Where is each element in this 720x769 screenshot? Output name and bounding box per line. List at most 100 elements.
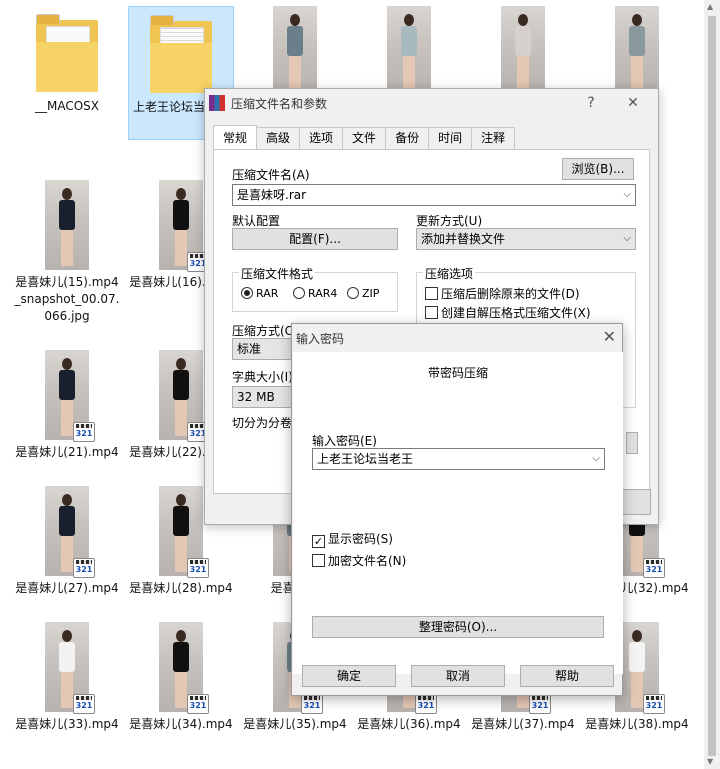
file-explorer-view: __MACOSX 上老王论坛当老王 是喜妹儿(15).mp4_snapshot_… (0, 0, 720, 769)
media-player-icon: 321 (73, 558, 95, 578)
browse-button[interactable]: 浏览(B)... (562, 158, 634, 180)
file-label: 是喜妹儿(33).mp4 (15, 717, 119, 731)
radio-rar4[interactable]: RAR4 (293, 287, 337, 301)
video-thumbnail: 321 (45, 350, 95, 442)
media-player-icon: 321 (415, 694, 437, 714)
compression-method-select[interactable]: 标准 (232, 338, 292, 360)
file-thumbnail[interactable] (242, 6, 348, 96)
video-thumbnail: 321 (159, 350, 209, 442)
video-thumbnail (501, 6, 545, 96)
file-item[interactable]: 321 是喜妹儿(21).mp4 (14, 350, 120, 461)
close-icon[interactable]: ✕ (603, 327, 616, 346)
file-label: 是喜妹儿(36).mp4 (357, 717, 461, 731)
update-mode-label: 更新方式(U) (416, 214, 483, 228)
tab-backup[interactable]: 备份 (385, 127, 430, 149)
organize-passwords-button[interactable]: 整理密码(O)... (312, 616, 604, 638)
chevron-down-icon: ⌵ (623, 189, 631, 200)
chevron-down-icon: ⌵ (592, 453, 600, 464)
dialog-tabs: 常规 高级 选项 文件 备份 时间 注释 (213, 125, 516, 149)
dialog-title: 压缩文件名和参数 (231, 97, 328, 111)
dialog-title: 输入密码 (296, 332, 345, 346)
file-item[interactable]: 321 是喜妹儿(27).mp4 (14, 486, 120, 597)
show-password-checkbox[interactable]: ✓ 显示密码(S) (312, 532, 393, 548)
file-label: __MACOSX (34, 99, 99, 113)
winrar-icon (209, 95, 225, 111)
folder-icon (150, 15, 212, 93)
video-thumbnail (273, 6, 317, 96)
file-thumbnail[interactable] (356, 6, 462, 96)
password-body: 带密码压缩 输入密码(E) 上老王论坛当老王 ⌵ ✓ 显示密码(S) 加密文件名(N… (293, 352, 623, 674)
tab-general[interactable]: 常规 (213, 125, 258, 149)
partial-button[interactable] (621, 489, 651, 515)
group-title: 压缩文件格式 (239, 265, 316, 282)
help-button[interactable]: 帮助 (520, 665, 614, 687)
archive-name-label: 压缩文件名(A) (232, 168, 310, 182)
folder-macosx[interactable]: __MACOSX (14, 6, 120, 134)
media-player-icon: 321 (187, 558, 209, 578)
file-thumbnail[interactable] (470, 6, 576, 96)
tab-files[interactable]: 文件 (342, 127, 387, 149)
scroll-up-icon[interactable]: ▲ (707, 2, 713, 11)
scroll-down-icon[interactable]: ▼ (707, 757, 713, 766)
help-icon[interactable]: ? (580, 93, 602, 113)
tab-advanced[interactable]: 高级 (256, 127, 301, 149)
video-thumbnail: 321 (159, 622, 209, 714)
file-label: 是喜妹儿(38).mp4 (585, 717, 689, 731)
media-player-icon: 321 (529, 694, 551, 714)
password-dialog: 输入密码 ✕ 带密码压缩 输入密码(E) 上老王论坛当老王 ⌵ ✓ 显示密码(S) … (291, 323, 623, 696)
close-icon[interactable]: ✕ (622, 93, 644, 113)
file-item[interactable]: 321 是喜妹儿(34).mp4 (128, 622, 234, 733)
file-label: 是喜妹儿(28).mp4 (129, 581, 233, 595)
dialog-heading: 带密码压缩 (427, 366, 488, 380)
media-player-icon: 321 (643, 558, 665, 578)
media-player-icon: 321 (73, 422, 95, 442)
media-player-icon: 321 (643, 694, 665, 714)
archive-name-combo[interactable]: 是喜妹呀.rar ⌵ (232, 184, 636, 206)
file-label: 是喜妹儿(34).mp4 (129, 717, 233, 731)
media-player-icon: 321 (301, 694, 323, 714)
file-label: 是喜妹儿(37).mp4 (471, 717, 575, 731)
video-thumbnail (615, 6, 659, 96)
file-item[interactable]: 321 是喜妹儿(33).mp4 (14, 622, 120, 733)
folder-icon (36, 14, 98, 92)
tab-options[interactable]: 选项 (299, 127, 344, 149)
video-thumbnail: 321 (45, 486, 95, 578)
encrypt-filenames-checkbox[interactable]: 加密文件名(N) (312, 554, 406, 568)
scrollbar-thumb[interactable] (708, 16, 716, 756)
file-label: 是喜妹儿(15).mp4_snapshot_00.07.066.jpg (14, 275, 120, 323)
dialog-titlebar: 压缩文件名和参数 ? ✕ (205, 89, 658, 117)
file-label: 是喜妹儿(27).mp4 (15, 581, 119, 595)
archive-format-group: 压缩文件格式 RAR RAR4 ZIP (232, 265, 398, 312)
video-thumbnail (387, 6, 431, 96)
update-mode-select[interactable]: 添加并替换文件 ⌵ (416, 228, 636, 250)
file-thumbnail[interactable] (584, 6, 690, 96)
profile-button[interactable]: 配置(F)... (232, 228, 398, 250)
video-thumbnail: 321 (45, 622, 95, 714)
split-volumes-label: 切分为分卷( (232, 416, 297, 430)
default-profile-label: 默认配置 (232, 214, 281, 228)
compression-method-label: 压缩方式(C) (232, 324, 298, 338)
chevron-down-icon: ⌵ (623, 233, 631, 244)
tab-comment[interactable]: 注释 (471, 127, 516, 149)
video-thumbnail: 321 (159, 180, 209, 272)
partial-button[interactable] (626, 432, 638, 454)
tab-time[interactable]: 时间 (428, 127, 473, 149)
dictionary-size-select[interactable]: 32 MB (232, 386, 292, 408)
option-delete-checkbox[interactable]: 压缩后删除原来的文件(D) (425, 287, 580, 301)
radio-rar[interactable]: RAR (241, 287, 278, 301)
video-thumbnail: 321 (159, 486, 209, 578)
video-thumbnail (45, 180, 89, 270)
media-player-icon: 321 (187, 694, 209, 714)
option-sfx-checkbox[interactable]: 创建自解压格式压缩文件(X) (425, 306, 591, 320)
vertical-scrollbar[interactable]: ▲ ▼ (704, 0, 720, 769)
file-label: 是喜妹儿(35).mp4 (243, 717, 347, 731)
file-label: 是喜妹儿(21).mp4 (15, 445, 119, 459)
ok-button[interactable]: 确定 (302, 665, 396, 687)
dictionary-size-label: 字典大小(I) (232, 370, 293, 384)
file-item[interactable]: 是喜妹儿(15).mp4_snapshot_00.07.066.jpg (14, 180, 120, 325)
radio-zip[interactable]: ZIP (347, 287, 379, 301)
media-player-icon: 321 (73, 694, 95, 714)
password-input[interactable]: 上老王论坛当老王 ⌵ (312, 448, 605, 470)
group-title: 压缩选项 (423, 265, 476, 282)
cancel-button[interactable]: 取消 (411, 665, 505, 687)
